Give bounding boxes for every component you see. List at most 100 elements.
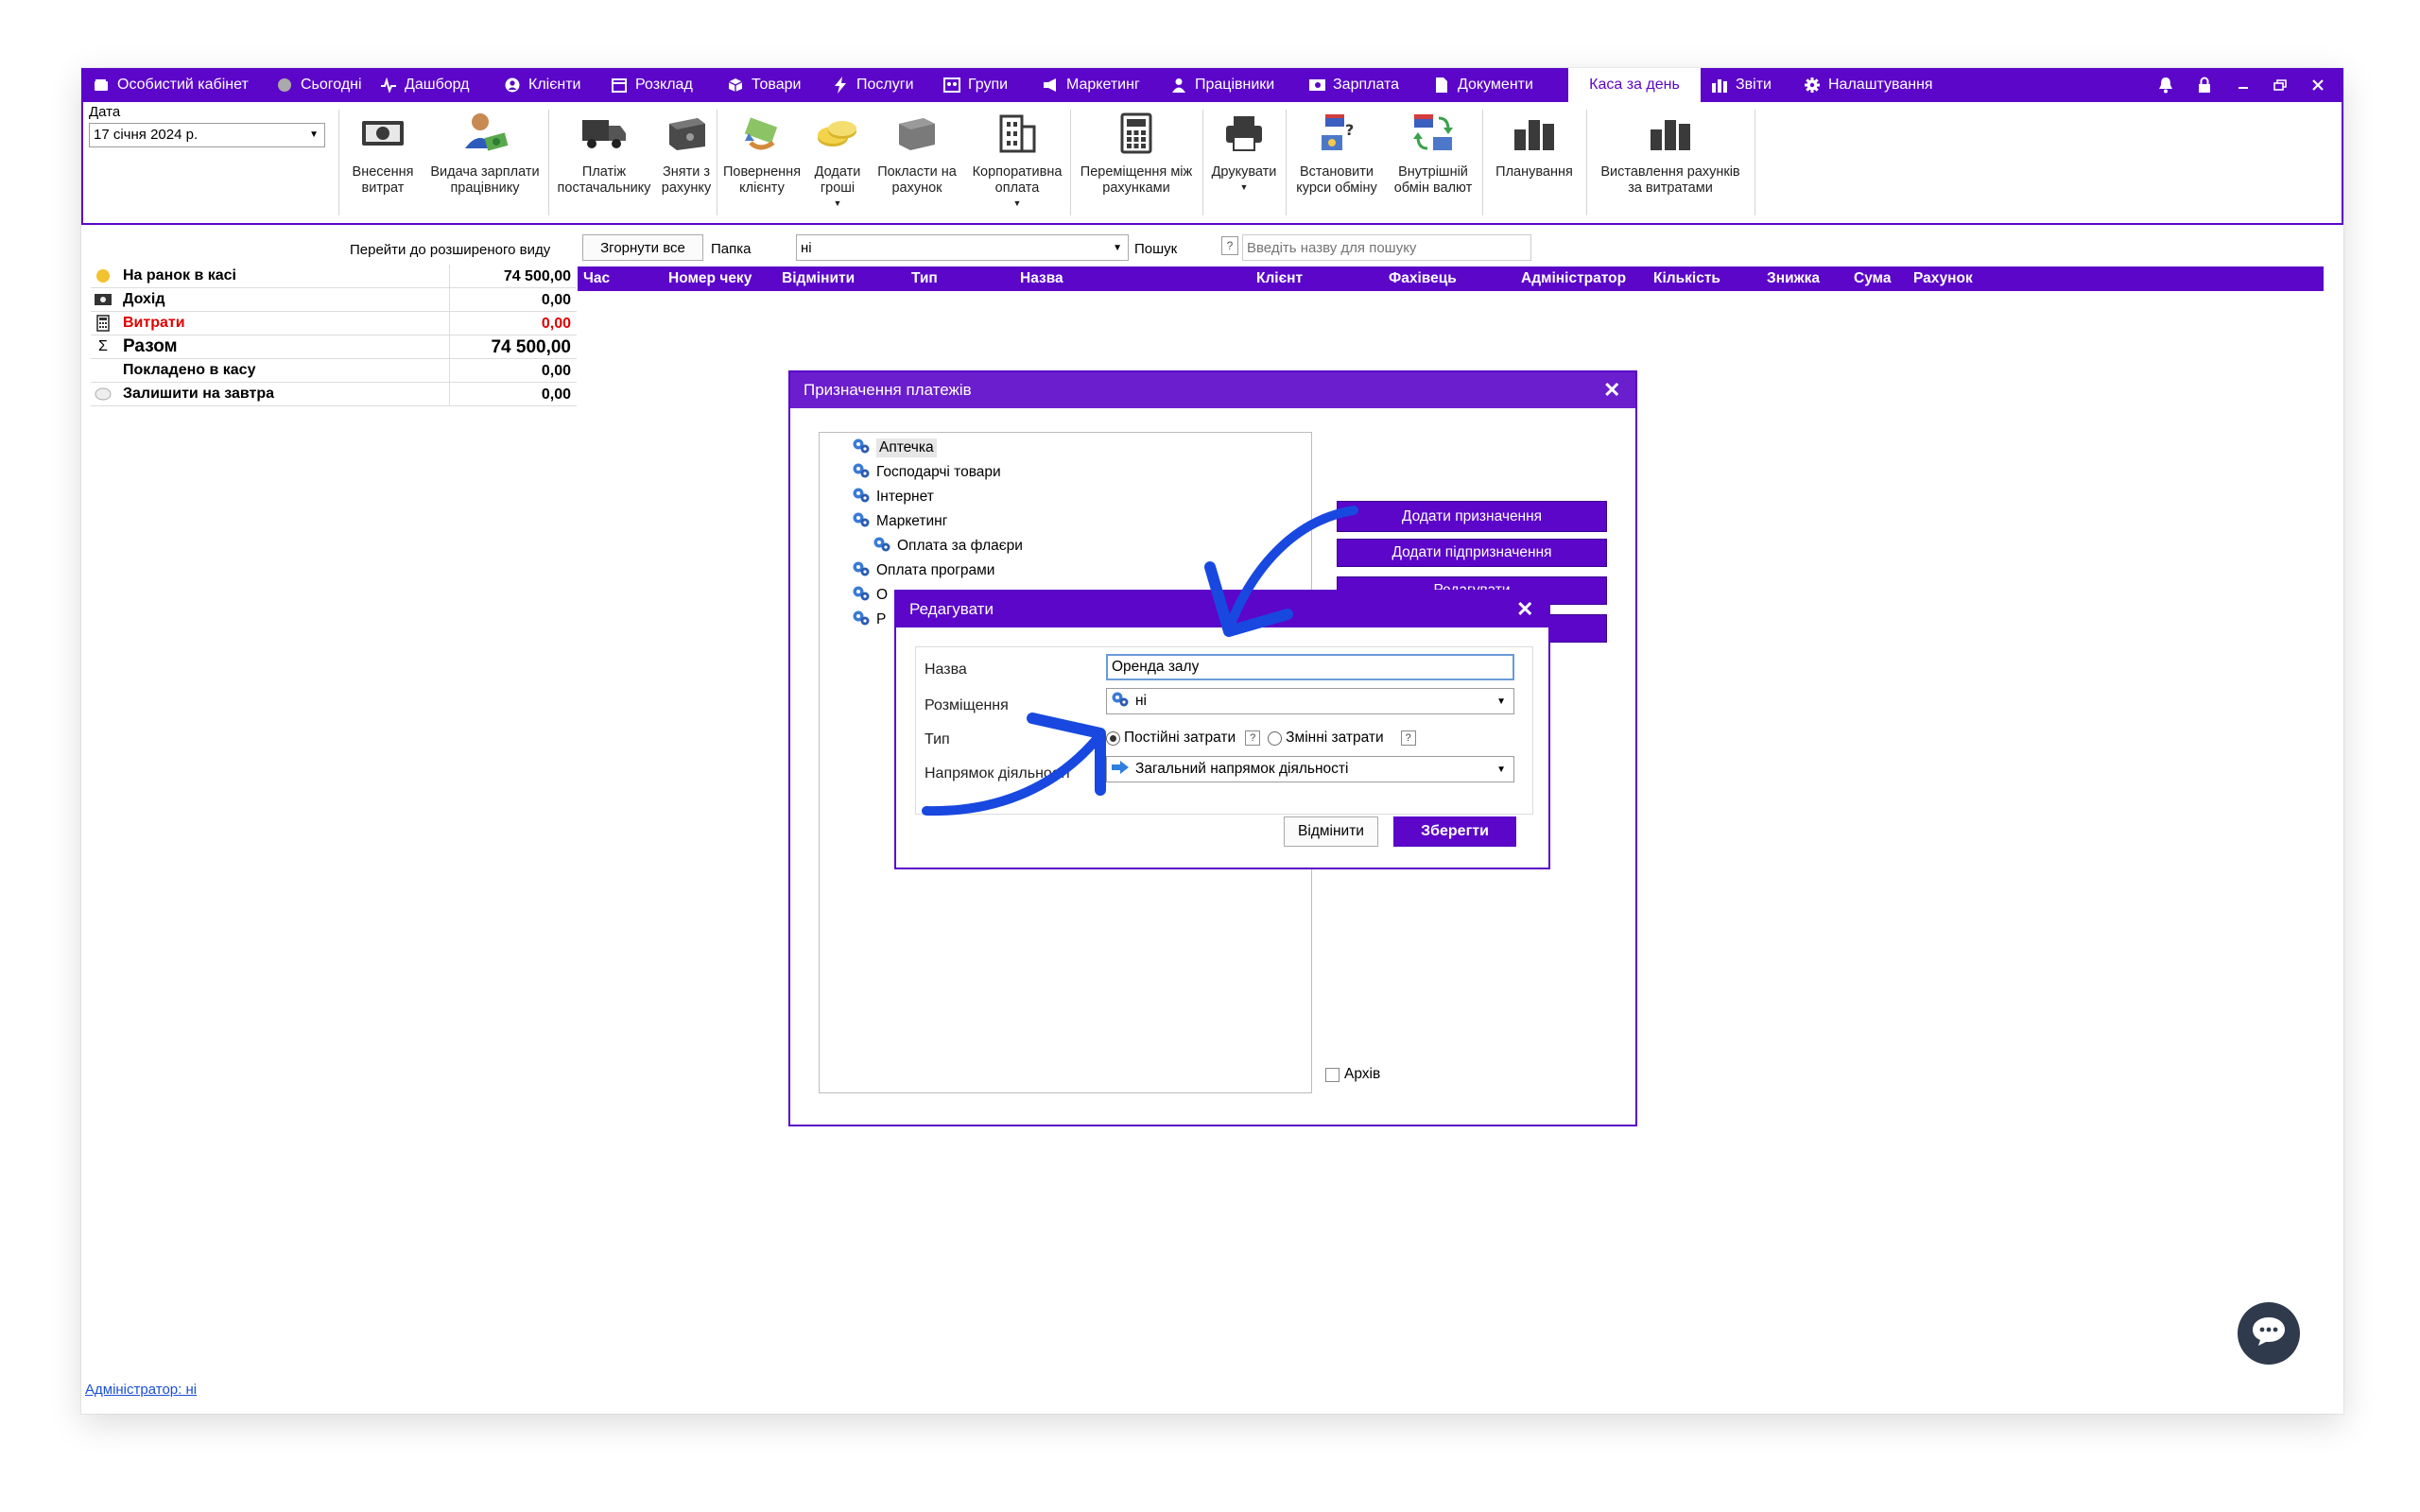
tree-item[interactable]: Оплата програми [852,559,994,582]
summary-row-deposited: Покладено в касу 0,00 [91,358,577,383]
withdraw-from-account-button[interactable]: Зняти з рахунку [658,106,715,217]
column-header-specialist[interactable]: Фахівець [1389,266,1457,291]
column-header-client[interactable]: Клієнт [1256,266,1303,291]
column-header-time[interactable]: Час [583,266,610,291]
ribbon-button-label: Виставлення рахунків за витратами [1600,164,1740,196]
placement-select[interactable]: ні ▼ [1106,688,1514,714]
nav-item-clients[interactable]: Клієнти [504,68,580,102]
ribbon-button-label: Повернення клієнту [722,164,802,196]
add-expense-button[interactable]: Внесення витрат [343,106,423,217]
tree-item[interactable]: Господарчі товари [852,461,1001,484]
minimize-icon[interactable] [2224,68,2262,102]
column-header-name[interactable]: Назва [1020,266,1063,291]
close-icon[interactable]: ✕ [1516,597,1533,622]
tree-item[interactable]: Аптечка [852,437,937,459]
add-subpurpose-button[interactable]: Додати підпризначення [1337,539,1607,567]
nav-item-salary[interactable]: Зарплата [1308,68,1399,102]
internal-currency-exchange-button[interactable]: Внутрішній обмін валют [1386,106,1480,217]
nav-item-documents[interactable]: Документи [1433,68,1533,102]
radio-variable-costs-label[interactable]: Змінні затрати [1286,730,1383,747]
tree-item[interactable]: Оплата за флаєри [873,535,1023,558]
wallet-icon [93,77,110,94]
planning-button[interactable]: Планування [1484,106,1584,217]
tree-item[interactable]: Р [852,609,886,631]
nav-item-marketing[interactable]: Маркетинг [1042,68,1140,102]
lock-icon[interactable] [2186,68,2223,102]
nav-item-cash-per-day[interactable]: Каса за день [1568,68,1701,102]
direction-select[interactable]: Загальний напрямок діяльності ▼ [1106,756,1514,782]
ribbon-button-label: Покласти на рахунок [877,164,957,196]
administrator-link[interactable]: Адміністратор: ні [85,1382,197,1398]
nav-item-personal-cabinet[interactable]: Особистий кабінет [93,68,249,102]
pay-salary-button[interactable]: Видача зарплати працівнику [424,106,546,217]
deposit-to-account-button[interactable]: Покласти на рахунок [870,106,964,217]
column-header-quantity[interactable]: Кількість [1653,266,1720,291]
transfer-between-accounts-button[interactable]: Переміщення між рахунками [1072,106,1201,217]
nav-item-employees[interactable]: Працівники [1170,68,1274,102]
add-money-button[interactable]: Додати гроші ▼ [807,106,868,217]
archive-checkbox[interactable]: Архів [1325,1066,1380,1083]
exchange-rate-icon: ? [1310,110,1363,157]
nav-item-label: Клієнти [528,77,581,93]
nav-item-today[interactable]: Сьогодні [276,68,362,102]
radio-fixed-costs[interactable] [1106,730,1120,746]
nav-item-goods[interactable]: Товари [727,68,801,102]
print-button[interactable]: Друкувати ▼ [1204,106,1284,217]
tree-item[interactable]: О [852,584,888,607]
nav-item-groups[interactable]: Групи [943,68,1008,102]
column-header-account[interactable]: Рахунок [1913,266,1973,291]
tree-item[interactable]: Маркетинг [852,510,947,533]
nav-item-schedule[interactable]: Розклад [611,68,693,102]
set-exchange-rates-button[interactable]: ? Встановити курси обміну [1288,106,1386,217]
date-picker[interactable]: 17 січня 2024 р. ▼ [89,123,325,147]
nav-item-settings[interactable]: Налаштування [1804,68,1933,102]
close-icon[interactable] [2299,68,2337,102]
folder-select[interactable]: ні ▼ [796,234,1129,261]
save-button[interactable]: Зберегти [1393,816,1516,847]
action-ribbon: Дата 17 січня 2024 р. ▼ Внесення витрат … [81,102,2343,225]
summary-label: Разом [123,336,178,356]
column-header-cancel[interactable]: Відмінити [782,266,855,291]
column-header-sum[interactable]: Сума [1854,266,1892,291]
column-header-type[interactable]: Тип [911,266,938,291]
column-header-discount[interactable]: Знижка [1767,266,1820,291]
nav-item-label: Налаштування [1828,77,1933,93]
close-icon[interactable]: ✕ [1603,378,1620,403]
column-header-receipt-number[interactable]: Номер чеку [668,266,752,291]
collapse-all-button[interactable]: Згорнути все [582,234,703,261]
sigma-icon: Σ [98,338,108,354]
help-icon[interactable]: ? [1400,730,1416,746]
search-input[interactable] [1242,234,1531,261]
name-input[interactable]: Оренда залу [1106,654,1514,680]
advanced-view-link[interactable]: Перейти до розширеного виду [350,242,550,258]
bell-icon[interactable] [2147,68,2185,102]
column-header-administrator[interactable]: Адміністратор [1521,266,1626,291]
chat-bubble-button[interactable] [2238,1302,2300,1365]
radio-fixed-costs-label[interactable]: Постійні затрати [1124,730,1236,747]
radio-variable-costs[interactable] [1268,730,1283,746]
nav-item-reports[interactable]: Звіти [1711,68,1772,102]
placement-label: Розміщення [925,697,1009,713]
search-help-icon[interactable]: ? [1221,236,1238,255]
client-refund-button[interactable]: Повернення клієнту [718,106,805,217]
restore-icon[interactable] [2261,68,2299,102]
safe-icon [660,110,713,157]
tree-item-label: Оплата програми [876,562,995,578]
tree-item-label: О [876,587,889,603]
cancel-button[interactable]: Відмінити [1284,816,1378,847]
ribbon-button-label: Встановити курси обміну [1296,164,1377,196]
help-icon[interactable]: ? [1245,730,1261,746]
date-value: 17 січня 2024 р. [94,127,199,143]
calculator-icon [1110,110,1163,157]
nav-item-dashboard[interactable]: Дашборд [380,68,470,102]
nav-item-services[interactable]: Послуги [832,68,914,102]
tree-item[interactable]: Інтернет [852,486,934,508]
corporate-payment-button[interactable]: Корпоративна оплата ▼ [966,106,1068,217]
summary-value: 0,00 [449,311,577,335]
invoice-by-expenses-button[interactable]: Виставлення рахунків за витратами [1588,106,1753,217]
name-label: Назва [925,662,967,678]
bar-chart-icon [1644,110,1697,157]
supplier-payment-button[interactable]: Платіж постачальнику [550,106,658,217]
add-purpose-button[interactable]: Додати призначення [1337,501,1607,532]
summary-label: На ранок в касі [123,267,236,284]
